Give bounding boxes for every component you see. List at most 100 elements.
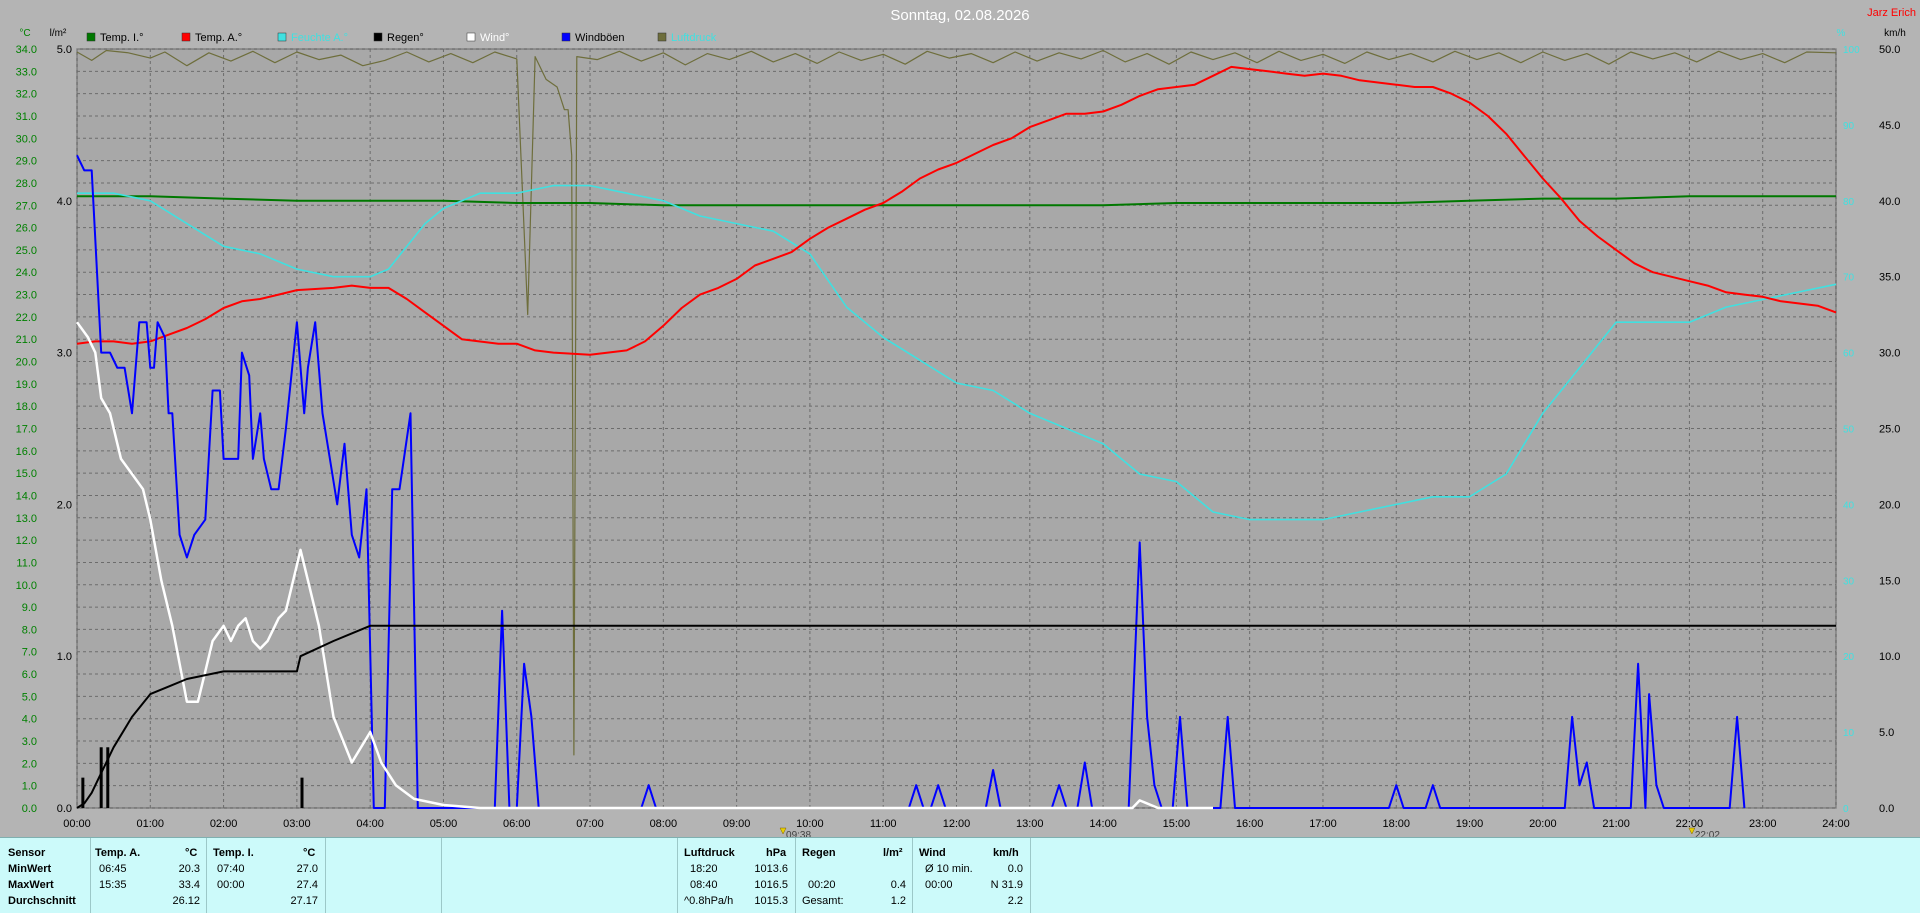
temp-tick-label: 33.0	[16, 66, 37, 78]
time-tick-label: 21:00	[1602, 818, 1630, 830]
temp-a-unit: °C	[185, 847, 198, 859]
legend-label: Temp. A.°	[195, 32, 242, 44]
regen-total: 1.2	[890, 895, 906, 907]
time-tick-label: 14:00	[1089, 818, 1117, 830]
humidity-tick-label: 40	[1843, 500, 1855, 511]
durchschnitt-label: Durchschnitt	[8, 895, 76, 907]
luftdruck-trend: ^0.8hPa/h	[684, 895, 734, 907]
temp-tick-label: 15.0	[16, 468, 37, 480]
separator	[795, 838, 796, 913]
humidity-tick-label: 50	[1843, 425, 1855, 436]
luftdruck-max: 1016.5	[754, 879, 788, 891]
chart-title: Sonntag, 02.08.2026	[890, 7, 1029, 24]
temp-tick-label: 4.0	[22, 714, 37, 726]
separator	[206, 838, 207, 913]
temp-tick-label: 20.0	[16, 357, 37, 369]
wind-max-value: N 31.9	[990, 879, 1023, 891]
temp-tick-label: 19.0	[16, 379, 37, 391]
time-tick-label: 00:00	[63, 818, 91, 830]
time-tick-label: 01:00	[137, 818, 165, 830]
wind-tick-label: 30.0	[1879, 348, 1900, 360]
temp-tick-label: 6.0	[22, 669, 37, 681]
regen-max: 0.4	[890, 879, 906, 891]
temp-tick-label: 1.0	[22, 781, 37, 793]
sensor-header: Sensor	[8, 847, 46, 859]
wind-tick-label: 20.0	[1879, 499, 1900, 511]
separator	[325, 838, 326, 913]
separator	[677, 838, 678, 913]
wind-tick-label: 35.0	[1879, 272, 1900, 284]
temp-tick-label: 18.0	[16, 401, 37, 413]
wind-axis-unit: km/h	[1884, 28, 1906, 39]
time-tick-label: 17:00	[1309, 818, 1337, 830]
temp-tick-label: 27.0	[16, 200, 37, 212]
statistics-panel: Sensor MinWert MaxWert Durchschnitt Temp…	[0, 837, 1920, 913]
separator	[441, 838, 442, 913]
time-tick-label: 16:00	[1236, 818, 1264, 830]
wind-avg-value: 0.0	[1007, 863, 1023, 875]
separator	[1030, 838, 1031, 913]
humidity-tick-label: 30	[1843, 576, 1855, 587]
time-tick-label: 10:00	[796, 818, 824, 830]
temp-tick-label: 31.0	[16, 111, 37, 123]
temp-tick-label: 34.0	[16, 44, 37, 56]
luftdruck-max-time: 08:40	[690, 879, 718, 891]
humidity-tick-label: 20	[1843, 652, 1855, 663]
temp-a-max-time: 15:35	[99, 879, 127, 891]
rain-tick-label: 1.0	[57, 651, 72, 663]
regen-total-label: Gesamt:	[802, 895, 844, 907]
humidity-tick-label: 0	[1843, 804, 1849, 815]
humidity-tick-label: 60	[1843, 349, 1855, 360]
temp-tick-label: 23.0	[16, 290, 37, 302]
temp-a-min: 20.3	[178, 863, 200, 875]
time-tick-label: 07:00	[576, 818, 604, 830]
legend-swatch	[181, 32, 191, 42]
temp-tick-label: 21.0	[16, 334, 37, 346]
temp-i-max: 27.4	[296, 879, 318, 891]
temp-tick-label: 10.0	[16, 580, 37, 592]
time-tick-label: 06:00	[503, 818, 531, 830]
wind-tick-label: 0.0	[1879, 803, 1894, 815]
temp-tick-label: 28.0	[16, 178, 37, 190]
temp-tick-label: 25.0	[16, 245, 37, 257]
temp-tick-label: 8.0	[22, 624, 37, 636]
wind-tick-label: 40.0	[1879, 196, 1900, 208]
legend-label: Feuchte A.°	[291, 32, 348, 44]
temp-tick-label: 5.0	[22, 691, 37, 703]
time-tick-label: 20:00	[1529, 818, 1557, 830]
weather-chart: Sonntag, 02.08.2026 Jarz Erich °C l/m²% km…	[0, 0, 1920, 837]
wind-avg: 2.2	[1007, 895, 1023, 907]
time-tick-label: 18:00	[1382, 818, 1410, 830]
time-tick-label: 08:00	[650, 818, 678, 830]
time-tick-label: 04:00	[356, 818, 384, 830]
wind-header: Wind	[919, 847, 946, 859]
temp-tick-label: 11.0	[16, 557, 37, 569]
legend-swatch	[466, 32, 476, 42]
wind-max-time: 00:00	[925, 879, 953, 891]
minwert-label: MinWert	[8, 863, 52, 875]
temp-tick-label: 24.0	[16, 267, 37, 279]
humidity-tick-label: 100	[1843, 45, 1860, 56]
rain-axis-unit: l/m²	[50, 28, 67, 39]
rain-tick-label: 0.0	[57, 803, 72, 815]
separator	[912, 838, 913, 913]
temp-i-unit: °C	[303, 847, 316, 859]
temp-a-min-time: 06:45	[99, 863, 127, 875]
temp-axis-unit: °C	[19, 28, 30, 39]
time-tick-label: 02:00	[210, 818, 238, 830]
wind-unit: km/h	[993, 847, 1019, 859]
temp-tick-label: 0.0	[22, 803, 37, 815]
temp-tick-label: 26.0	[16, 223, 37, 235]
humidity-tick-label: 10	[1843, 728, 1855, 739]
temp-i-header: Temp. I.	[213, 847, 254, 859]
rain-tick-label: 2.0	[57, 499, 72, 511]
luftdruck-min: 1013.6	[754, 863, 788, 875]
temp-a-max: 33.4	[178, 879, 200, 891]
time-tick-label: 05:00	[430, 818, 458, 830]
separator	[90, 838, 91, 913]
temp-a-header: Temp. A.	[95, 847, 141, 859]
time-marker-label: 09:38	[786, 830, 811, 837]
wind-tick-label: 50.0	[1879, 44, 1900, 56]
humidity-axis-unit: %	[1837, 28, 1846, 39]
time-tick-label: 12:00	[943, 818, 971, 830]
